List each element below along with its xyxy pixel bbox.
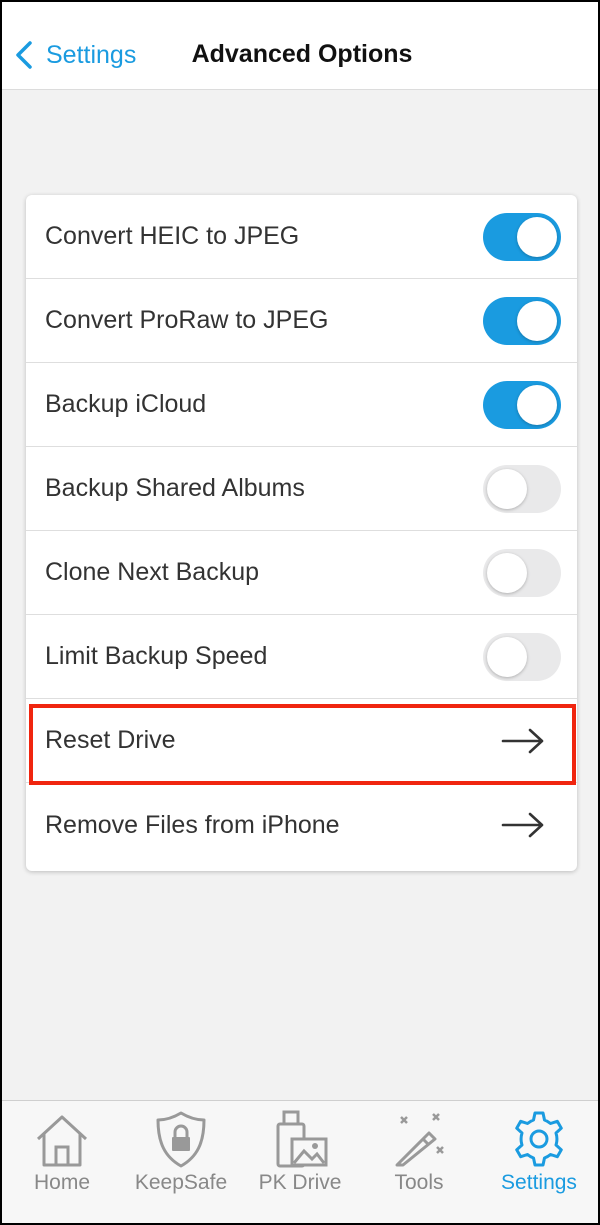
option-row-clone-next-backup[interactable]: Clone Next Backup [26,531,577,615]
option-label: Backup Shared Albums [45,474,305,502]
home-icon [36,1115,88,1167]
option-row-convert-proraw[interactable]: Convert ProRaw to JPEG [26,279,577,363]
tab-label: KeepSafe [134,1171,228,1194]
tab-settings[interactable]: Settings [479,1101,598,1223]
navigation-bar: Settings Advanced Options [2,2,598,90]
option-label: Convert ProRaw to JPEG [45,306,329,334]
tab-pk-drive[interactable]: PK Drive [240,1101,360,1223]
toggle-knob [487,636,527,677]
tab-bar: Home KeepSafe PK Drive Tools Settings [2,1100,598,1223]
option-label: Limit Backup Speed [45,642,268,670]
tab-tools[interactable]: Tools [359,1101,479,1223]
tab-label: Tools [394,1171,444,1194]
convert-proraw-toggle[interactable] [483,296,561,345]
page-title: Advanced Options [191,40,413,68]
option-row-remove-files[interactable]: Remove Files from iPhone [26,783,577,867]
shield-lock-icon [156,1111,206,1168]
backup-icloud-toggle[interactable] [483,380,561,429]
toggle-knob [517,300,557,341]
option-label: Remove Files from iPhone [45,810,340,839]
tab-home[interactable]: Home [2,1101,122,1223]
gear-icon [515,1111,563,1167]
option-row-convert-heic[interactable]: Convert HEIC to JPEG [26,195,577,279]
limit-backup-speed-toggle[interactable] [483,632,561,681]
drive-photo-icon [276,1110,328,1168]
option-label: Reset Drive [45,726,176,754]
toggle-knob [487,552,527,593]
option-label: Convert HEIC to JPEG [45,222,300,250]
toggle-knob [517,216,557,257]
tab-keepsafe[interactable]: KeepSafe [121,1101,241,1223]
convert-heic-toggle[interactable] [483,212,561,261]
option-label: Backup iCloud [45,390,207,418]
options-list: Convert HEIC to JPEG Convert ProRaw to J… [26,195,577,871]
arrow-right-icon [501,812,544,838]
backup-shared-albums-toggle[interactable] [483,464,561,513]
option-label: Clone Next Backup [45,558,260,586]
magic-wand-icon [395,1113,444,1167]
tab-label: Home [33,1171,91,1194]
toggle-knob [487,468,527,509]
option-row-backup-shared-albums[interactable]: Backup Shared Albums [26,447,577,531]
tab-label: Settings [501,1171,577,1194]
arrow-right-icon [501,728,544,753]
tab-label: PK Drive [258,1171,342,1194]
option-row-reset-drive[interactable]: Reset Drive [26,699,577,783]
app-screen: Settings Advanced Options Convert HEIC t… [0,0,600,1225]
clone-next-backup-toggle[interactable] [483,548,561,597]
option-row-limit-backup-speed[interactable]: Limit Backup Speed [26,615,577,699]
toggle-knob [517,384,557,425]
option-row-backup-icloud[interactable]: Backup iCloud [26,363,577,447]
